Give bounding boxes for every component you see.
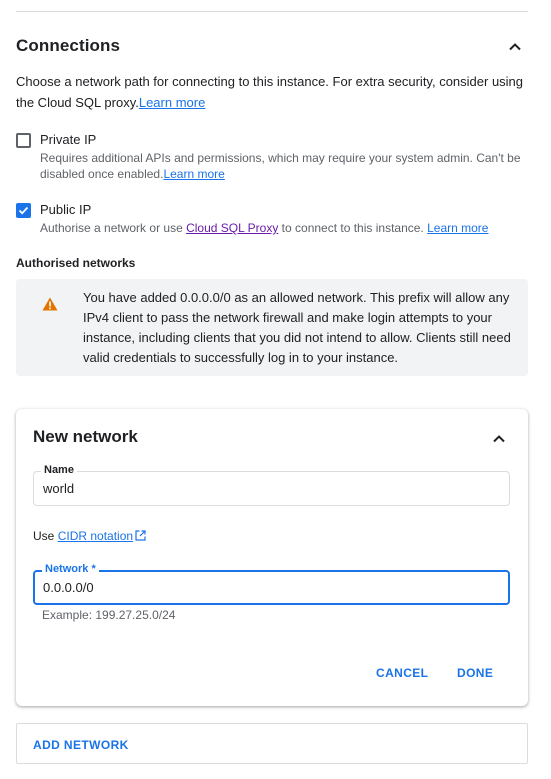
public-ip-learn-more-link[interactable]: Learn more [427, 221, 488, 235]
check-icon [18, 206, 29, 215]
public-ip-help: Authorise a network or use Cloud SQL Pro… [40, 220, 530, 236]
public-ip-label: Public IP [40, 202, 92, 217]
description-text: Choose a network path for connecting to … [16, 74, 524, 110]
network-example-hint: Example: 199.27.25.0/24 [42, 608, 176, 622]
top-divider [16, 11, 528, 12]
network-input[interactable] [43, 580, 483, 595]
new-network-card: New network Name Use CIDR notation Netwo… [16, 409, 528, 706]
authorised-networks-heading: Authorised networks [16, 256, 136, 270]
cidr-hint: Use CIDR notation [33, 529, 146, 543]
public-ip-checkbox[interactable] [16, 203, 31, 218]
open-in-new-icon[interactable] [135, 530, 146, 541]
add-network-button[interactable]: ADD NETWORK [16, 723, 528, 764]
warning-text: You have added 0.0.0.0/0 as an allowed n… [83, 290, 511, 365]
private-ip-help-text: Requires additional APIs and permissions… [40, 151, 521, 181]
cloud-sql-proxy-link[interactable]: Cloud SQL Proxy [186, 221, 278, 235]
network-field: Network * [33, 562, 510, 605]
public-ip-help-prefix: Authorise a network or use [40, 221, 187, 235]
private-ip-label: Private IP [40, 132, 97, 147]
chevron-up-icon[interactable] [506, 38, 524, 56]
name-field-label: Name [41, 463, 77, 477]
section-title: Connections [16, 36, 121, 55]
public-ip-help-suffix: to connect to this instance. [278, 221, 428, 235]
name-field: Name [33, 463, 510, 506]
section-description: Choose a network path for connecting to … [16, 71, 536, 113]
private-ip-learn-more-link[interactable]: Learn more [163, 167, 224, 181]
name-input[interactable] [43, 481, 483, 496]
cidr-prefix: Use [33, 529, 58, 543]
done-button[interactable]: DONE [457, 666, 493, 680]
learn-more-link[interactable]: Learn more [139, 95, 205, 110]
warning-icon [42, 297, 58, 311]
new-network-title: New network [33, 427, 138, 446]
connections-header: Connections [16, 36, 528, 62]
cancel-button[interactable]: CANCEL [376, 666, 428, 680]
private-ip-checkbox[interactable] [16, 133, 31, 148]
network-field-label: Network * [42, 562, 99, 576]
chevron-up-icon[interactable] [490, 430, 508, 448]
add-network-label: ADD NETWORK [33, 738, 129, 752]
warning-banner: You have added 0.0.0.0/0 as an allowed n… [16, 279, 528, 376]
private-ip-help: Requires additional APIs and permissions… [40, 150, 530, 182]
cidr-notation-link[interactable]: CIDR notation [58, 529, 133, 543]
